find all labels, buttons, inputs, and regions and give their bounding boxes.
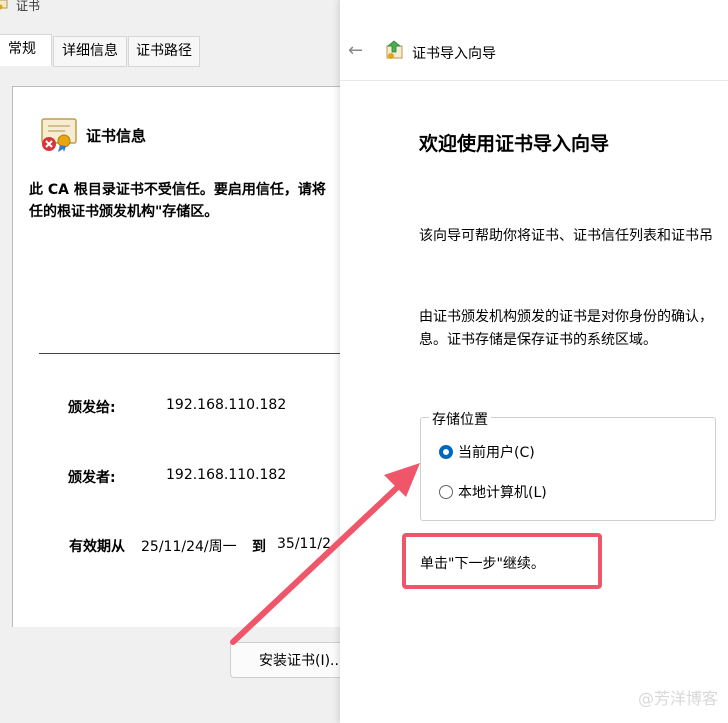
issued-by-label: 颁发者:: [68, 470, 116, 486]
description-2-line-2: 息。证书存储是保存证书的系统区域。: [419, 332, 657, 348]
wizard-description-2: 由证书颁发机构颁发的证书是对你身份的确认， 息。证书存储是保存证书的系统区域。: [419, 306, 713, 352]
tab-general[interactable]: 常规: [0, 34, 52, 66]
warning-line-1: 此 CA 根目录证书不受信任。要启用信任，请将: [29, 182, 326, 198]
certificate-icon: [0, 0, 8, 10]
radio-current-user[interactable]: 当前用户(C): [439, 443, 535, 463]
wizard-header: ← 证书导入向导: [340, 0, 728, 81]
panel-heading: 证书信息: [86, 127, 147, 145]
install-certificate-button[interactable]: 安装证书(I)...: [230, 642, 345, 678]
store-location-label: 存储位置: [429, 409, 491, 429]
wizard-heading: 欢迎使用证书导入向导: [419, 133, 610, 155]
validity-from: 25/11/24/周一: [141, 539, 237, 555]
radio-local-machine[interactable]: 本地计算机(L): [439, 483, 547, 503]
certificate-import-icon: [386, 40, 403, 59]
certificate-titlebar: 证书: [0, 0, 345, 18]
certificate-window-title: 证书: [16, 0, 41, 13]
general-panel: 证书信息 此 CA 根目录证书不受信任。要启用信任，请将 任的根证书颁发机构"存…: [12, 86, 346, 627]
validity-label: 有效期从: [69, 539, 125, 555]
radio-local-machine-label: 本地计算机(L): [458, 485, 547, 501]
trust-warning: 此 CA 根目录证书不受信任。要启用信任，请将 任的根证书颁发机构"存储区。: [29, 179, 349, 223]
continue-instruction: 单击"下一步"继续。: [420, 556, 545, 572]
back-arrow-icon[interactable]: ←: [348, 40, 363, 61]
wizard-description-1: 该向导可帮助你将证书、证书信任列表和证书吊: [419, 228, 713, 244]
description-2-line-1: 由证书颁发机构颁发的证书是对你身份的确认，: [419, 309, 713, 325]
certificate-dialog: 证书 常规 详细信息 证书路径 证书信息 此 CA 根目录证书不受信任。要启用信…: [0, 0, 346, 723]
untrusted-certificate-icon: [41, 118, 77, 152]
validity-to-label: 到: [252, 539, 266, 555]
validity-to: 35/11/2: [277, 536, 331, 552]
issued-by-value: 192.168.110.182: [166, 467, 287, 483]
wizard-title: 证书导入向导: [412, 46, 496, 62]
divider: [39, 353, 346, 354]
radio-current-user-label: 当前用户(C): [458, 445, 535, 461]
issued-to-value: 192.168.110.182: [166, 397, 287, 413]
tab-details[interactable]: 详细信息: [53, 36, 127, 67]
issued-to-label: 颁发给:: [68, 400, 116, 416]
store-location-group: 存储位置 当前用户(C) 本地计算机(L): [420, 409, 716, 521]
watermark: @芳洋博客: [637, 689, 718, 708]
tab-bar: 常规 详细信息 证书路径: [0, 34, 345, 67]
radio-selected-icon: [439, 445, 453, 459]
warning-line-2: 任的根证书颁发机构"存储区。: [29, 204, 219, 220]
tab-cert-path[interactable]: 证书路径: [128, 36, 200, 67]
radio-unselected-icon: [439, 485, 453, 499]
import-wizard: ← 证书导入向导 欢迎使用证书导入向导 该向导可帮助你将证书、证书信任列表和证书…: [340, 0, 728, 723]
